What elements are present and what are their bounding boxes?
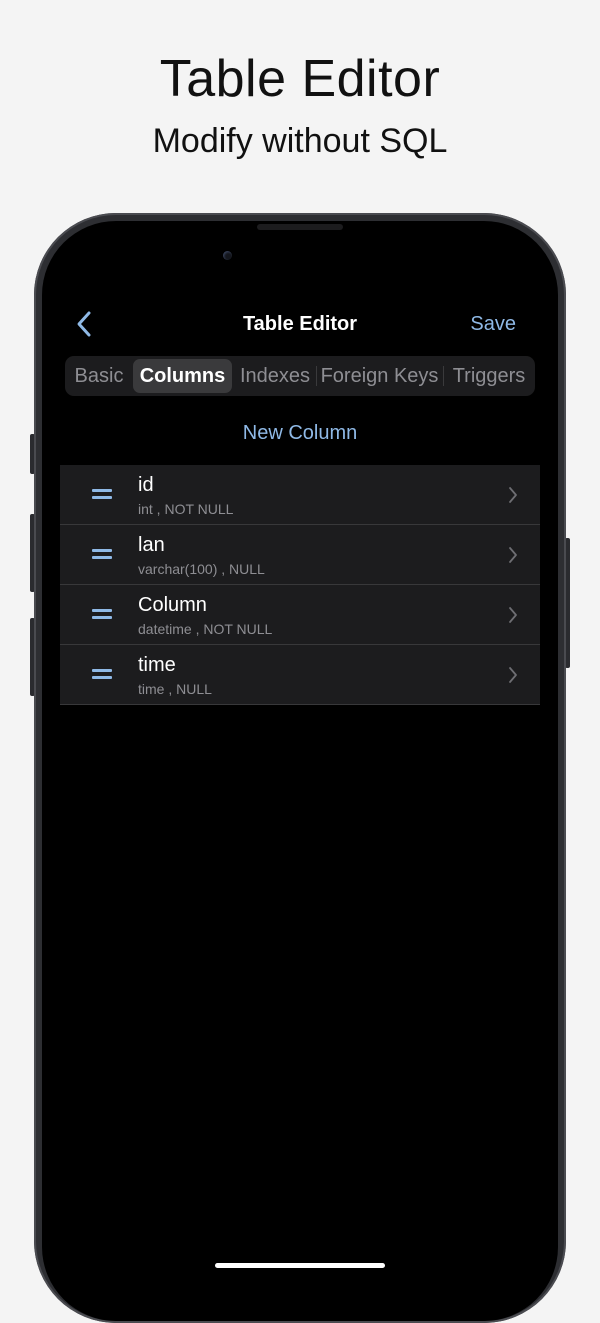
column-name: lan bbox=[138, 534, 165, 556]
chevron-right-icon bbox=[509, 547, 517, 563]
promo-subtitle: Modify without SQL bbox=[152, 122, 448, 160]
earpiece-speaker bbox=[257, 224, 343, 230]
section-tabs: Basic Columns Indexes Foreign Keys Trigg… bbox=[65, 356, 535, 396]
column-name: time bbox=[138, 654, 176, 676]
column-type: time , NULL bbox=[138, 681, 212, 697]
column-type: varchar(100) , NULL bbox=[138, 561, 265, 577]
front-camera bbox=[223, 251, 232, 260]
chevron-right-icon bbox=[509, 487, 517, 503]
column-row-column[interactable]: Column datetime , NOT NULL bbox=[60, 585, 540, 645]
tab-columns[interactable]: Columns bbox=[133, 359, 232, 393]
drag-handle-icon[interactable] bbox=[92, 549, 112, 559]
tab-foreign-keys[interactable]: Foreign Keys bbox=[317, 356, 442, 396]
tab-basic[interactable]: Basic bbox=[65, 356, 133, 396]
column-row-time[interactable]: time time , NULL bbox=[60, 645, 540, 705]
drag-handle-icon[interactable] bbox=[92, 489, 112, 499]
new-column-button[interactable]: New Column bbox=[42, 420, 558, 446]
drag-handle-icon[interactable] bbox=[92, 669, 112, 679]
column-list: id int , NOT NULL lan varchar(100) , NUL… bbox=[60, 465, 540, 705]
home-indicator[interactable] bbox=[215, 1263, 385, 1268]
promo-title: Table Editor bbox=[159, 50, 441, 108]
column-type: datetime , NOT NULL bbox=[138, 621, 273, 637]
tab-triggers[interactable]: Triggers bbox=[444, 356, 534, 396]
column-row-id[interactable]: id int , NOT NULL bbox=[60, 465, 540, 525]
chevron-right-icon bbox=[509, 607, 517, 623]
column-name: Column bbox=[138, 594, 207, 616]
chevron-right-icon bbox=[509, 667, 517, 683]
drag-handle-icon[interactable] bbox=[92, 609, 112, 619]
tab-indexes[interactable]: Indexes bbox=[236, 356, 314, 396]
phone-screen: Table Editor Save Basic Columns Indexes … bbox=[42, 221, 558, 1321]
column-name: id bbox=[138, 474, 154, 496]
save-button[interactable]: Save bbox=[470, 311, 516, 337]
column-type: int , NOT NULL bbox=[138, 501, 234, 517]
column-row-lan[interactable]: lan varchar(100) , NULL bbox=[60, 525, 540, 585]
